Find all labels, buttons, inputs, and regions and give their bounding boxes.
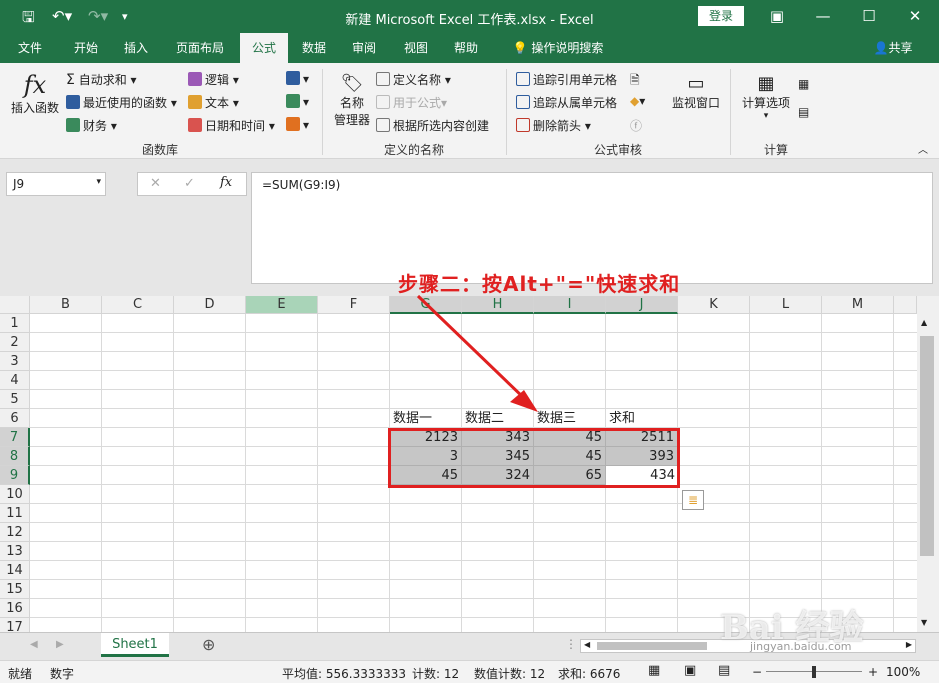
scroll-left-icon[interactable]: ◀ xyxy=(584,640,590,649)
status-numcount: 数值计数: 12 xyxy=(474,667,546,681)
arrow-head xyxy=(510,390,538,412)
arrow-line xyxy=(416,294,528,402)
normal-view-icon[interactable]: ▦ xyxy=(648,663,660,678)
status-ready: 就绪 xyxy=(8,667,33,681)
sheet-tab-sheet1[interactable]: Sheet1 xyxy=(101,633,169,657)
zoom-out-icon[interactable]: − xyxy=(752,665,762,679)
hscroll-thumb[interactable] xyxy=(597,642,707,650)
highlight-box xyxy=(388,428,680,488)
annotation-arrow xyxy=(416,294,538,412)
zoom-slider-thumb[interactable] xyxy=(812,666,816,678)
page-layout-view-icon[interactable]: ▣ xyxy=(684,663,696,678)
page-break-view-icon[interactable]: ▤ xyxy=(718,663,730,678)
status-sum: 求和: 6676 xyxy=(558,667,621,681)
status-bar: 就绪 数字 平均值: 556.3333333 计数: 12 数值计数: 12 求… xyxy=(0,660,939,683)
zoom-level[interactable]: 100% xyxy=(886,665,920,679)
status-count: 计数: 12 xyxy=(412,667,460,681)
zoom-in-icon[interactable]: + xyxy=(868,665,878,679)
split-handle-icon[interactable]: ⋮ xyxy=(565,637,577,651)
prev-sheet-icon[interactable]: ◀ xyxy=(30,639,38,650)
watermark-url: jingyan.baidu.com xyxy=(750,640,852,653)
status-average: 平均值: 556.3333333 xyxy=(282,667,407,681)
scroll-right-icon[interactable]: ▶ xyxy=(906,640,912,649)
next-sheet-icon[interactable]: ▶ xyxy=(56,639,64,650)
status-mode: 数字 xyxy=(50,667,75,681)
add-sheet-icon[interactable]: ⊕ xyxy=(202,635,215,654)
